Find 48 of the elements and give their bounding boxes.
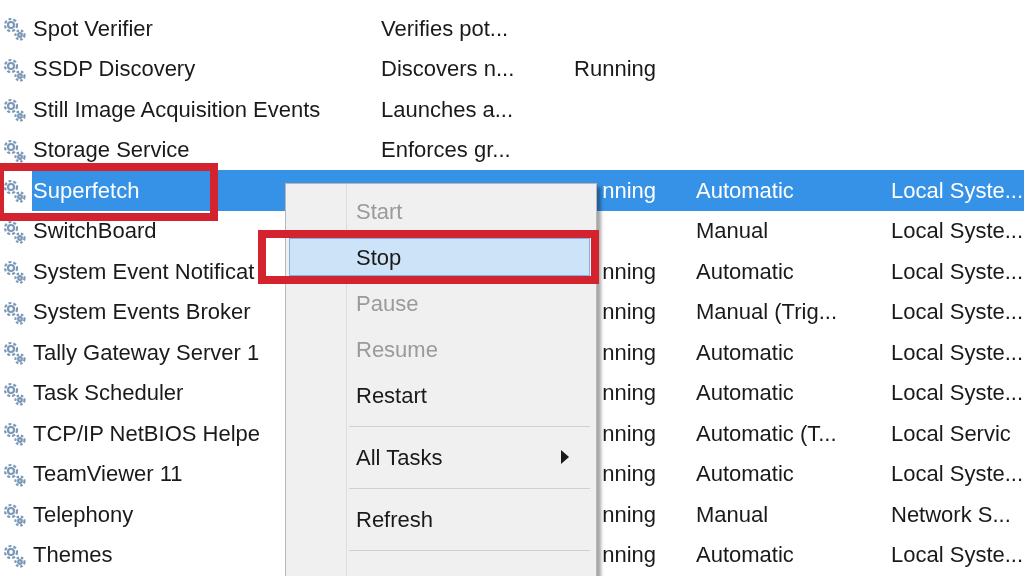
startup-type: Manual [696,501,769,527]
service-status: nning [602,257,656,286]
log-on-as: Local Syste... [891,339,1024,365]
service-status: Running [574,55,656,84]
service-name: System Event Notificat [33,258,255,284]
service-name: TCP/IP NetBIOS Helpe [33,420,260,446]
service-status: nning [602,419,656,448]
log-on-as: Local Servic [891,420,1011,446]
log-on-as: Local Syste... [891,299,1024,325]
service-name: Telephony [33,501,134,527]
service-status: nning [602,541,656,570]
service-name: TeamViewer 11 [33,461,183,487]
service-name: Superfetch [33,177,140,203]
service-status: nning [602,500,656,529]
log-on-as: Local Syste... [891,218,1024,244]
service-description: Launches a... [381,96,514,122]
service-status: nning [602,298,656,327]
service-status: nning [602,379,656,408]
startup-type: Automatic [696,339,794,365]
startup-type: Automatic [696,177,794,203]
service-name: Tally Gateway Server 1 [33,339,260,365]
service-description: Verifies pot... [381,15,509,41]
log-on-as: Local Syste... [891,177,1024,203]
startup-type: Automatic [696,258,794,284]
log-on-as: Local Syste... [891,380,1024,406]
startup-type: Manual (Trig... [696,299,837,325]
service-status: nning [602,176,656,205]
service-name: Still Image Acquisition Events [33,96,321,122]
service-name: SSDP Discovery [33,56,196,82]
service-name: Storage Service [33,137,190,163]
service-name: Themes [33,542,113,568]
service-status: nning [602,460,656,489]
startup-type: Automatic (T... [696,420,837,446]
service-description: Discovers n... [381,56,515,82]
startup-type: Manual [696,218,769,244]
log-on-as: Network S... [891,501,1011,527]
service-name: SwitchBoard [33,218,157,244]
log-on-as: Local Syste... [891,258,1024,284]
service-description: Enforces gr... [381,137,511,163]
startup-type: Automatic [696,542,794,568]
service-name: System Events Broker [33,299,251,325]
log-on-as: Local Syste... [891,461,1024,487]
startup-type: Automatic [696,380,794,406]
log-on-as: Local Syste... [891,542,1024,568]
service-status: nning [602,338,656,367]
service-name: Task Scheduler [33,380,184,406]
startup-type: Automatic [696,461,794,487]
service-name: Spot Verifier [33,15,153,41]
